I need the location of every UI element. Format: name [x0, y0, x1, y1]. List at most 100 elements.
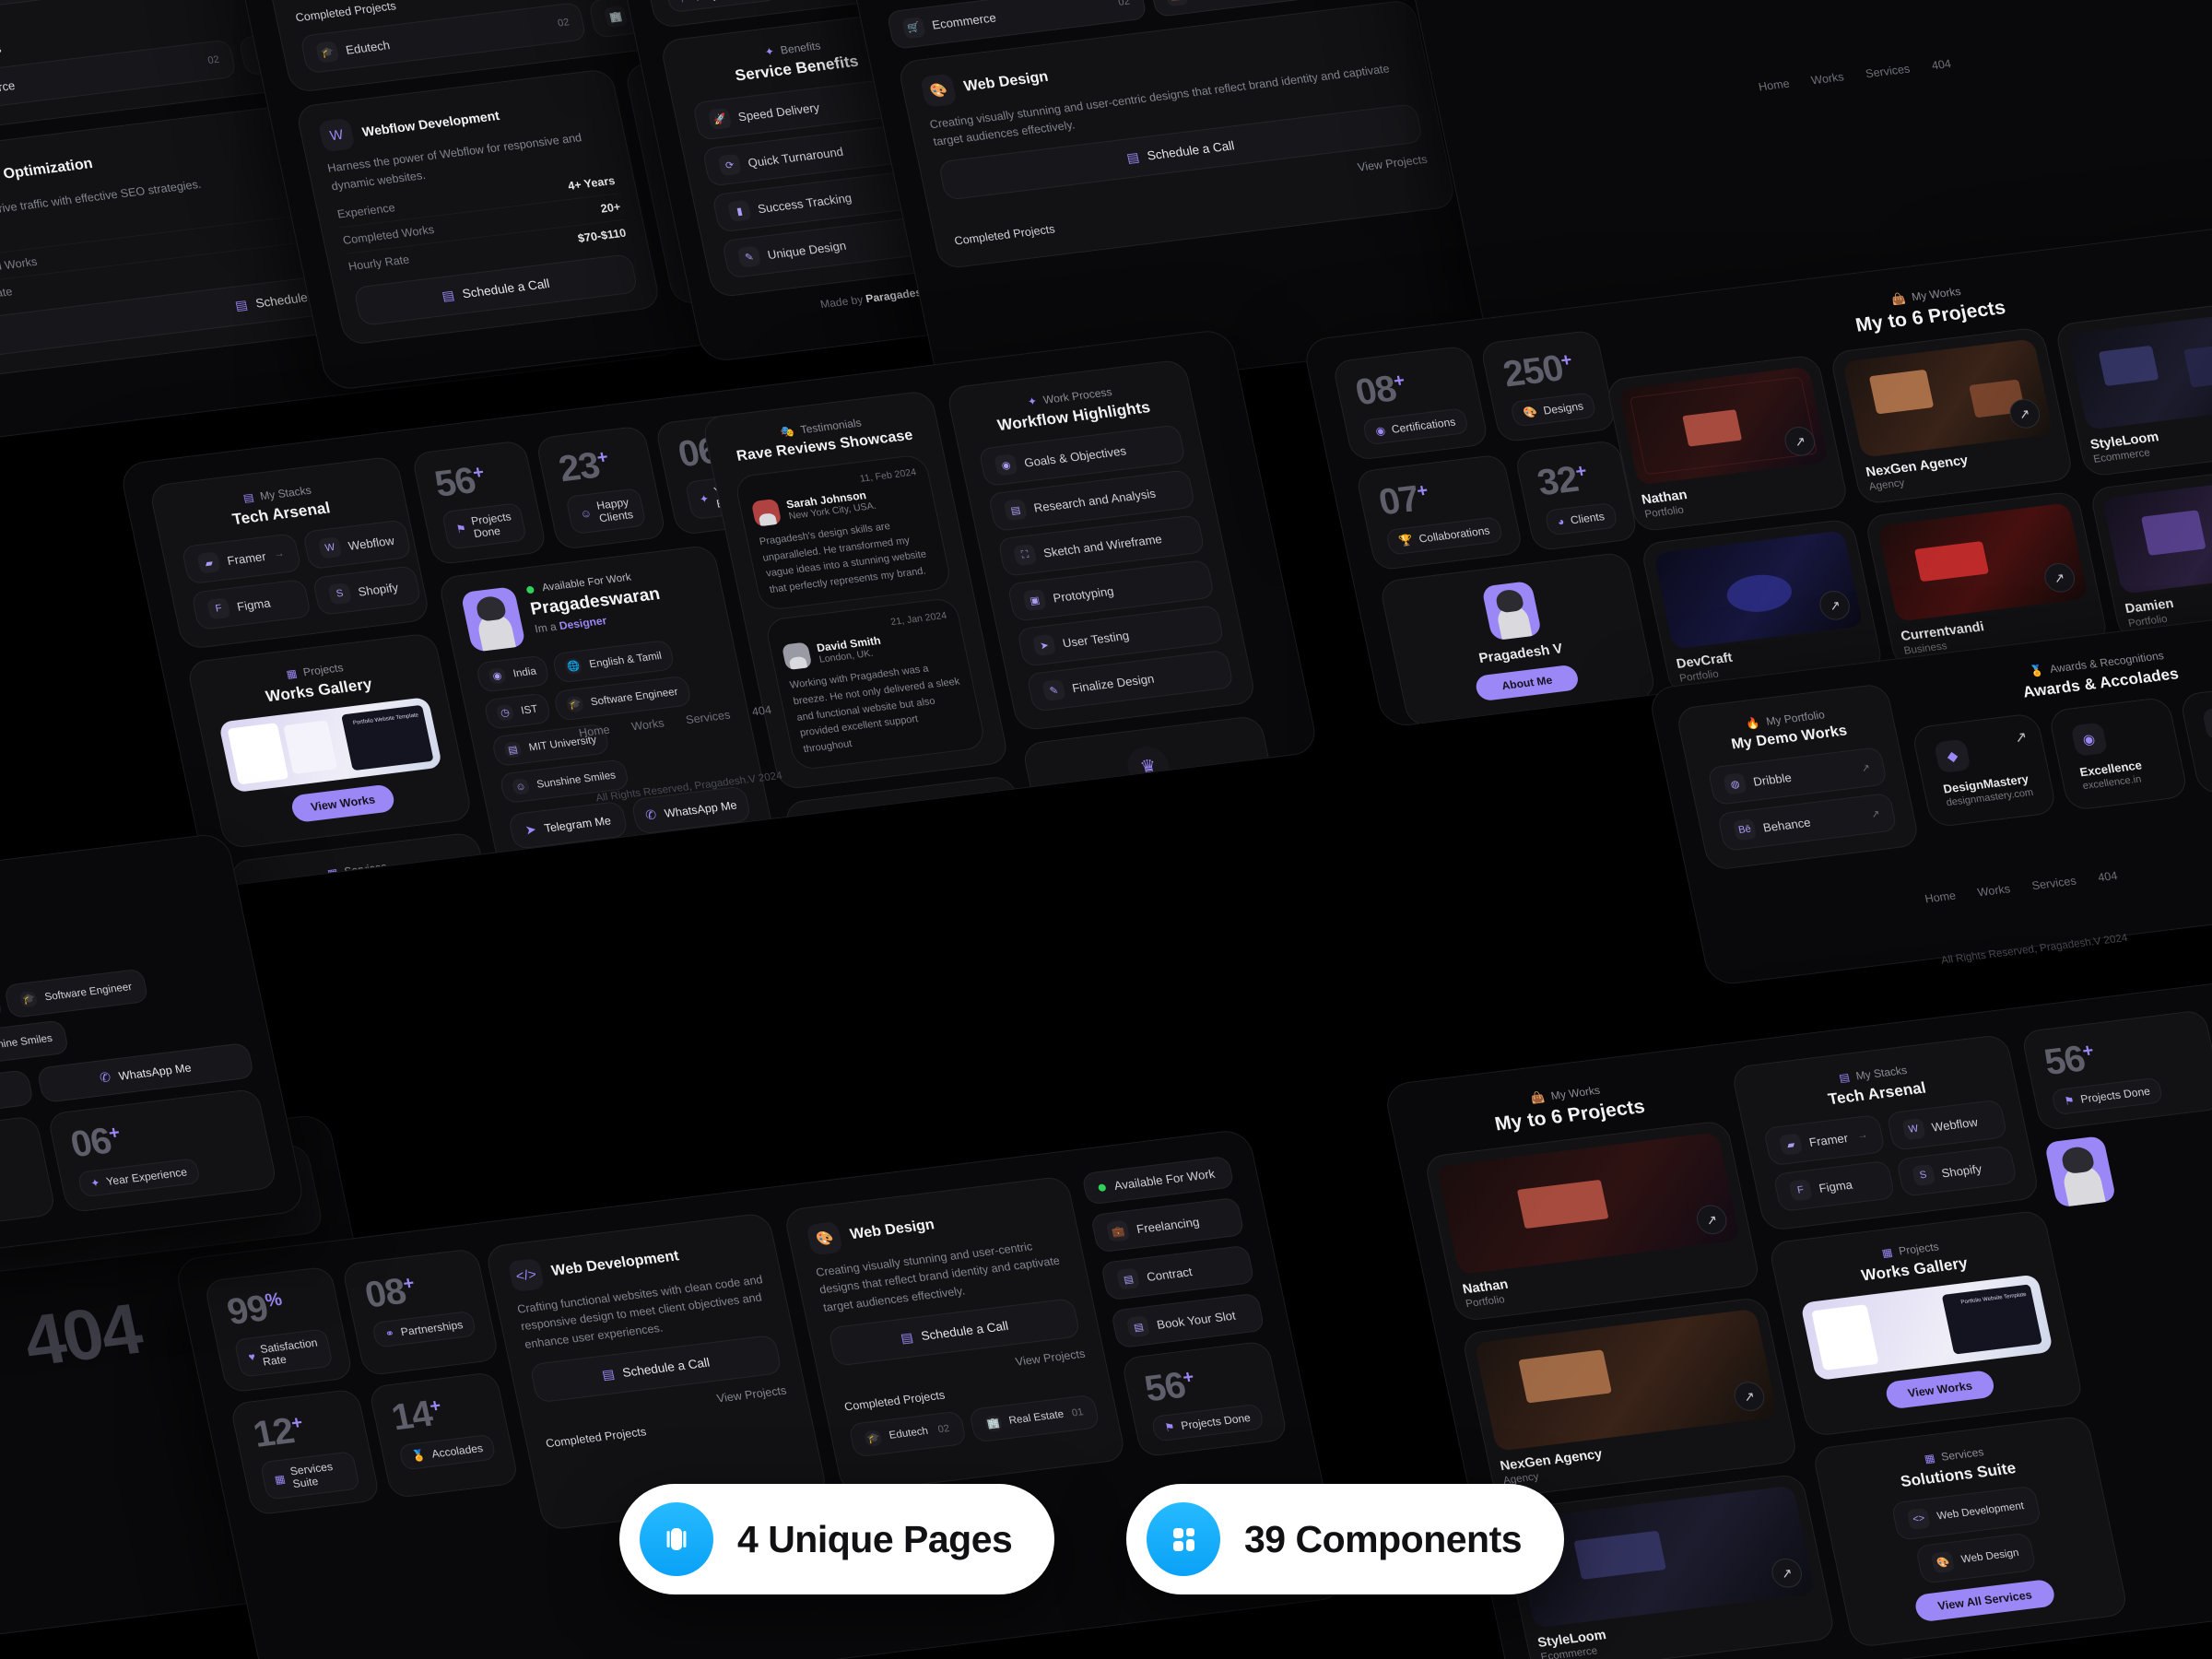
figma-icon: F	[1788, 1179, 1813, 1202]
solution-label: Web Design	[1959, 1547, 2020, 1566]
tag-label: Edutech	[344, 37, 392, 57]
open-project-icon[interactable]: ↗	[1731, 1380, 1768, 1413]
stat-label: Partnerships	[399, 1318, 465, 1339]
social-twitter[interactable]: 🐦 @praha_v_37	[815, 841, 1015, 888]
nav-item-404[interactable]: 404	[2097, 869, 2119, 884]
target-icon: ◉	[994, 453, 1018, 477]
nav-item-works[interactable]: Works	[1810, 70, 1845, 87]
grid-icon: ▦	[273, 1472, 287, 1487]
frame-icon: ⛶	[1012, 544, 1038, 567]
stack-webflow[interactable]: W Webflow	[301, 519, 412, 571]
open-project-icon[interactable]: ↗	[2041, 561, 2077, 594]
mail-icon: ✉	[1131, 854, 1146, 871]
twitter-icon: 🐦	[831, 868, 856, 888]
solution-web-development[interactable]: <> Web Development	[1890, 1485, 2042, 1541]
stack-webflow[interactable]: W Webflow	[1885, 1099, 2008, 1151]
bag-icon: 👜	[1529, 1090, 1547, 1105]
stat-label: Accolades	[430, 1441, 485, 1461]
view-works-button[interactable]: View Works	[1884, 1369, 1996, 1410]
benefit-label: Speed Delivery	[736, 100, 821, 124]
project-card[interactable]: ↗ NexGen Agency Agency	[1829, 326, 2075, 505]
stack-framer[interactable]: ▰ Framer →	[181, 533, 302, 585]
code-icon: <>	[1906, 1507, 1932, 1531]
stack-shopify[interactable]: S Shopify	[312, 565, 422, 616]
email-me-button[interactable]: ✉ Email Me	[1064, 828, 1273, 888]
metric-key: Experience	[335, 201, 396, 221]
stat-label-pill: ◕ Clients	[1544, 501, 1618, 536]
open-project-icon[interactable]: ↗	[1693, 1203, 1730, 1236]
view-all-services-button[interactable]: View All Services	[1912, 1578, 2057, 1623]
stack-shopify[interactable]: S Shopify	[1895, 1145, 2018, 1197]
project-card[interactable]: ↗ Nathan Portfolio	[1423, 1119, 1762, 1323]
stack-label: Webflow	[1930, 1114, 1980, 1135]
nav-item-works[interactable]: Works	[630, 716, 665, 733]
badge-components: 39 Components	[1126, 1484, 1565, 1594]
stat-value: 06+	[66, 1120, 122, 1166]
solutions-eyebrow-label: Services	[1939, 1445, 1985, 1464]
stat-projects-done: 56+ ⚑ Projects Done	[1121, 1340, 1289, 1458]
step-label: Research and Analysis	[1032, 486, 1158, 515]
nav-item-home[interactable]: Home	[1758, 76, 1791, 93]
tag-count: 02	[206, 53, 221, 67]
tag-edutech[interactable]: 🎓 Edutech 02	[848, 1410, 968, 1458]
stat-label-pill: ⚑ Projects Done	[1150, 1403, 1265, 1442]
view-projects-link[interactable]: View Projects	[1356, 151, 1429, 177]
project-card[interactable]: ↗ Nathan Portfolio	[1605, 354, 1850, 533]
stat-projects-done: 56+ ⚑ Projects Done	[410, 440, 548, 566]
framer-icon: ▰	[1778, 1133, 1804, 1156]
about-me-button[interactable]: About Me	[1474, 664, 1581, 702]
external-link-icon[interactable]: ↗	[2013, 728, 2030, 747]
external-link-icon: ↗	[1870, 807, 1881, 820]
project-card[interactable]: ↗ NexGen Agency Agency	[1460, 1296, 1799, 1500]
gallery-thumbnail[interactable]: Portfolio Website Template	[1800, 1274, 2054, 1382]
stat-value: 12+	[249, 1410, 304, 1455]
stat-partnerships: 08+ ⚭ Partnerships	[341, 1248, 500, 1377]
profile-chip-role: 🎓 Software Engineer	[552, 675, 692, 722]
stack-figma[interactable]: F Figma	[190, 579, 312, 631]
solution-web-design[interactable]: 🎨 Web Design	[1914, 1532, 2037, 1584]
project-card[interactable]: ↗ Damien Portfolio	[2088, 463, 2212, 641]
grid-icon: ▦	[325, 865, 340, 880]
nav-item-home[interactable]: Home	[578, 724, 611, 740]
service-title: Web Development	[549, 1248, 681, 1279]
stat-label-pill: ⚑ Projects Done	[665, 0, 779, 14]
refresh-icon: ⟳	[717, 153, 742, 176]
view-projects-link[interactable]: View Projects	[715, 1382, 788, 1408]
nav-item-home[interactable]: Home	[1924, 889, 1957, 906]
stack-label: Figma	[235, 595, 272, 614]
schedule-call-button[interactable]: ▤ Schedule a Call	[1074, 875, 1283, 888]
stat-label-pill: ⚑ Projects Done	[441, 502, 528, 550]
nav-item-404[interactable]: 404	[751, 703, 773, 718]
service-card-web-design[interactable]: 🎨 Web Design Creating visually stunning …	[782, 1175, 1128, 1495]
open-project-icon[interactable]: ↗	[1817, 589, 1853, 622]
stack-framer[interactable]: ▰ Framer →	[1762, 1113, 1886, 1167]
webflow-icon: W	[317, 536, 343, 559]
nav-item-404[interactable]: 404	[1930, 57, 1952, 72]
stack-label: Framer	[1807, 1130, 1850, 1149]
service-title: SEO Optimization	[0, 156, 95, 186]
globe-icon: 🌐	[563, 657, 583, 676]
profile-chip-languages: 🌐 English & Tamil	[551, 639, 677, 684]
book-slot-chip[interactable]: ▤ Book Your Slot	[1111, 1292, 1265, 1349]
status-dot	[1098, 1182, 1107, 1192]
project-card[interactable]: ↗ StyleLoom Ecommerce	[2053, 299, 2212, 477]
stack-figma[interactable]: F Figma	[1772, 1159, 1896, 1213]
service-card-web-design[interactable]: 🎨 Web Design Creating visually stunning …	[896, 0, 1457, 270]
solutions-eyebrow: ▦ Services	[1435, 728, 1647, 729]
award-card[interactable]: ◉ Excellence excellence.in	[2047, 696, 2190, 812]
nav-item-works[interactable]: Works	[1976, 882, 2011, 899]
tag-count: 02	[936, 1423, 951, 1436]
nav-item-services[interactable]: Services	[1865, 62, 1912, 80]
about-me-label: About Me	[1500, 673, 1554, 693]
social-instagram[interactable]: ◎@praha_v_37	[825, 886, 1025, 888]
stat-label: Clients	[1569, 510, 1606, 527]
open-project-icon[interactable]: ↗	[1769, 1557, 1805, 1590]
stat-value: 23+	[0, 1133, 29, 1190]
view-projects-link[interactable]: View Projects	[1014, 1346, 1087, 1371]
tag-real-estate[interactable]: 🏢 Real Estate 01	[968, 1394, 1101, 1443]
award-card[interactable]: ◆ ↗ DesignMastery designmastery.com	[1911, 712, 2058, 829]
service-card-webflow[interactable]: W Webflow Development Harness the power …	[294, 68, 662, 347]
award-icon: 🏅	[410, 1448, 428, 1464]
cta-subtitle: Let's Make Magic Happen Together!	[1075, 808, 1246, 841]
stat-designs: 250+ 🎨 Designs	[1479, 329, 1618, 443]
